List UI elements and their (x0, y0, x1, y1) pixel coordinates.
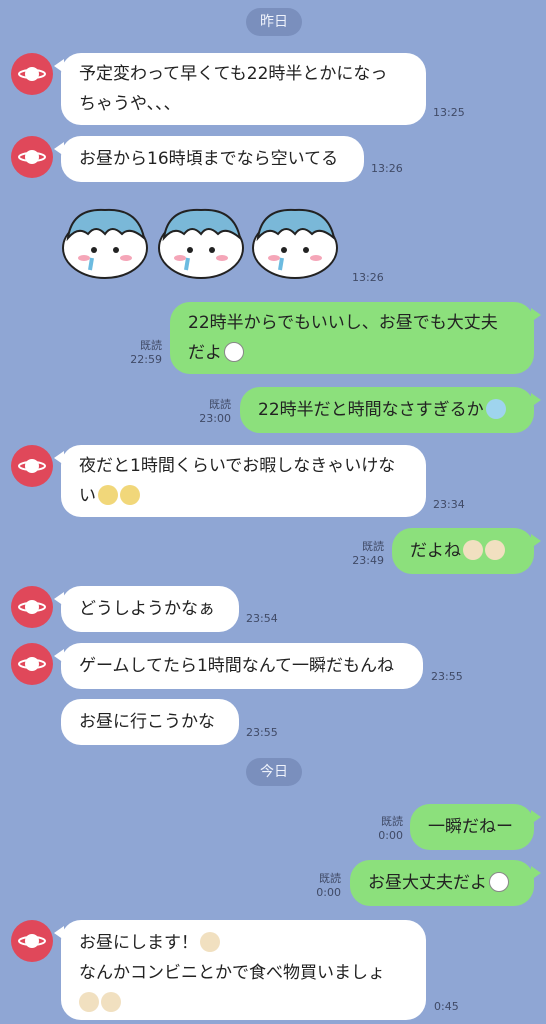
read-receipt: 既読 23:00 (195, 398, 231, 426)
read-label: 既読 (362, 540, 384, 553)
timestamp: 0:45 (434, 1000, 459, 1013)
timestamp: 23:54 (246, 612, 278, 625)
timestamp: 0:00 (316, 886, 341, 899)
rabbit-character-emoji-icon (200, 932, 220, 952)
avatar[interactable] (11, 643, 53, 685)
date-label: 今日 (260, 764, 288, 780)
read-receipt: 既読 23:49 (348, 540, 384, 568)
read-receipt: 既読 0:00 (305, 872, 341, 900)
message-bubble[interactable]: 22時半からでもいいし、お昼でも大丈夫 だよ (170, 302, 541, 374)
message-text: 夜だと1時間くらいでお暇しなきゃいけな (79, 456, 396, 476)
planet-icon (18, 600, 46, 614)
message-bubble[interactable]: ゲームしてたら1時間なんて一瞬だもんね (54, 643, 423, 689)
pleading-face-emoji-icon (98, 485, 118, 505)
message-text: お昼から16時頃までなら空いてる (79, 149, 339, 169)
white-cat-emoji-icon (489, 872, 509, 892)
message-text: い (79, 486, 96, 506)
planet-icon (18, 934, 46, 948)
message-bubble[interactable]: どうしようかなぁ (54, 586, 239, 632)
message-bubble[interactable]: お昼に行こうかな (61, 699, 239, 745)
crying-character-emoji-icon (101, 992, 121, 1012)
message-text: お昼に行こうかな (79, 712, 215, 732)
read-label: 既読 (209, 398, 231, 411)
date-label: 昨日 (260, 14, 288, 30)
message-bubble[interactable]: だよね (392, 528, 541, 574)
message-text: ちゃうや､､､ (79, 94, 173, 114)
crying-character-emoji-icon (463, 540, 483, 560)
planet-icon (18, 67, 46, 81)
message-text: 一瞬だねー (428, 817, 513, 837)
message-text: ゲームしてたら1時間なんて一瞬だもんね (79, 656, 394, 676)
read-label: 既読 (381, 815, 403, 828)
avatar[interactable] (11, 586, 53, 628)
blue-character-emoji-icon (485, 399, 506, 419)
crying-character-emoji-icon (485, 540, 505, 560)
timestamp: 13:25 (433, 106, 465, 119)
message-bubble[interactable]: お昼大丈夫だよ (350, 860, 541, 906)
planet-icon (18, 150, 46, 164)
read-label: 既読 (140, 339, 162, 352)
avatar[interactable] (11, 53, 53, 95)
message-text: だよ (188, 343, 222, 363)
avatar[interactable] (11, 445, 53, 487)
read-label: 既読 (319, 872, 341, 885)
message-bubble[interactable]: 一瞬だねー (410, 804, 541, 850)
timestamp: 23:55 (431, 670, 463, 683)
planet-icon (18, 657, 46, 671)
message-text: だよね (410, 541, 461, 561)
timestamp: 13:26 (371, 162, 403, 175)
message-text: 22時半からでもいいし、お昼でも大丈夫 (188, 313, 498, 333)
message-bubble[interactable]: 22時半だと時間なさすぎるか (240, 387, 541, 433)
sticker-image (62, 208, 338, 279)
message-bubble[interactable]: お昼にします！ なんかコンビニとかで食べ物買いましょ (54, 920, 426, 1020)
timestamp: 23:00 (199, 412, 231, 425)
message-text: どうしようかなぁ (79, 599, 215, 619)
pleading-face-emoji-icon (120, 485, 140, 505)
timestamp: 0:00 (378, 829, 403, 842)
date-chip-today: 今日 (246, 758, 302, 786)
crying-character-emoji-icon (79, 992, 99, 1012)
avatar[interactable] (11, 136, 53, 178)
message-bubble[interactable]: お昼から16時頃までなら空いてる (54, 136, 364, 182)
timestamp: 23:49 (352, 554, 384, 567)
message-text: お昼大丈夫だよ (368, 873, 487, 893)
avatar[interactable] (11, 920, 53, 962)
message-bubble[interactable]: 予定変わって早くても22時半とかになっ ちゃうや､､､ (54, 53, 426, 125)
message-text: お昼にします！ (79, 933, 198, 953)
message-text: 22時半だと時間なさすぎるか (258, 400, 484, 420)
message-text: 予定変わって早くても22時半とかになっ (79, 64, 388, 84)
planet-icon (18, 459, 46, 473)
message-text: なんかコンビニとかで食べ物買いましょ (79, 963, 385, 983)
crying-character-sticker[interactable] (60, 204, 345, 280)
message-bubble[interactable]: 夜だと1時間くらいでお暇しなきゃいけな い (54, 445, 426, 517)
read-receipt: 既読 22:59 (126, 339, 162, 367)
read-receipt: 既読 0:00 (367, 815, 403, 843)
timestamp: 22:59 (130, 353, 162, 366)
white-cat-emoji-icon (224, 342, 244, 362)
timestamp: 23:34 (433, 498, 465, 511)
date-chip-yesterday: 昨日 (246, 8, 302, 36)
timestamp: 13:26 (352, 271, 384, 284)
timestamp: 23:55 (246, 726, 278, 739)
